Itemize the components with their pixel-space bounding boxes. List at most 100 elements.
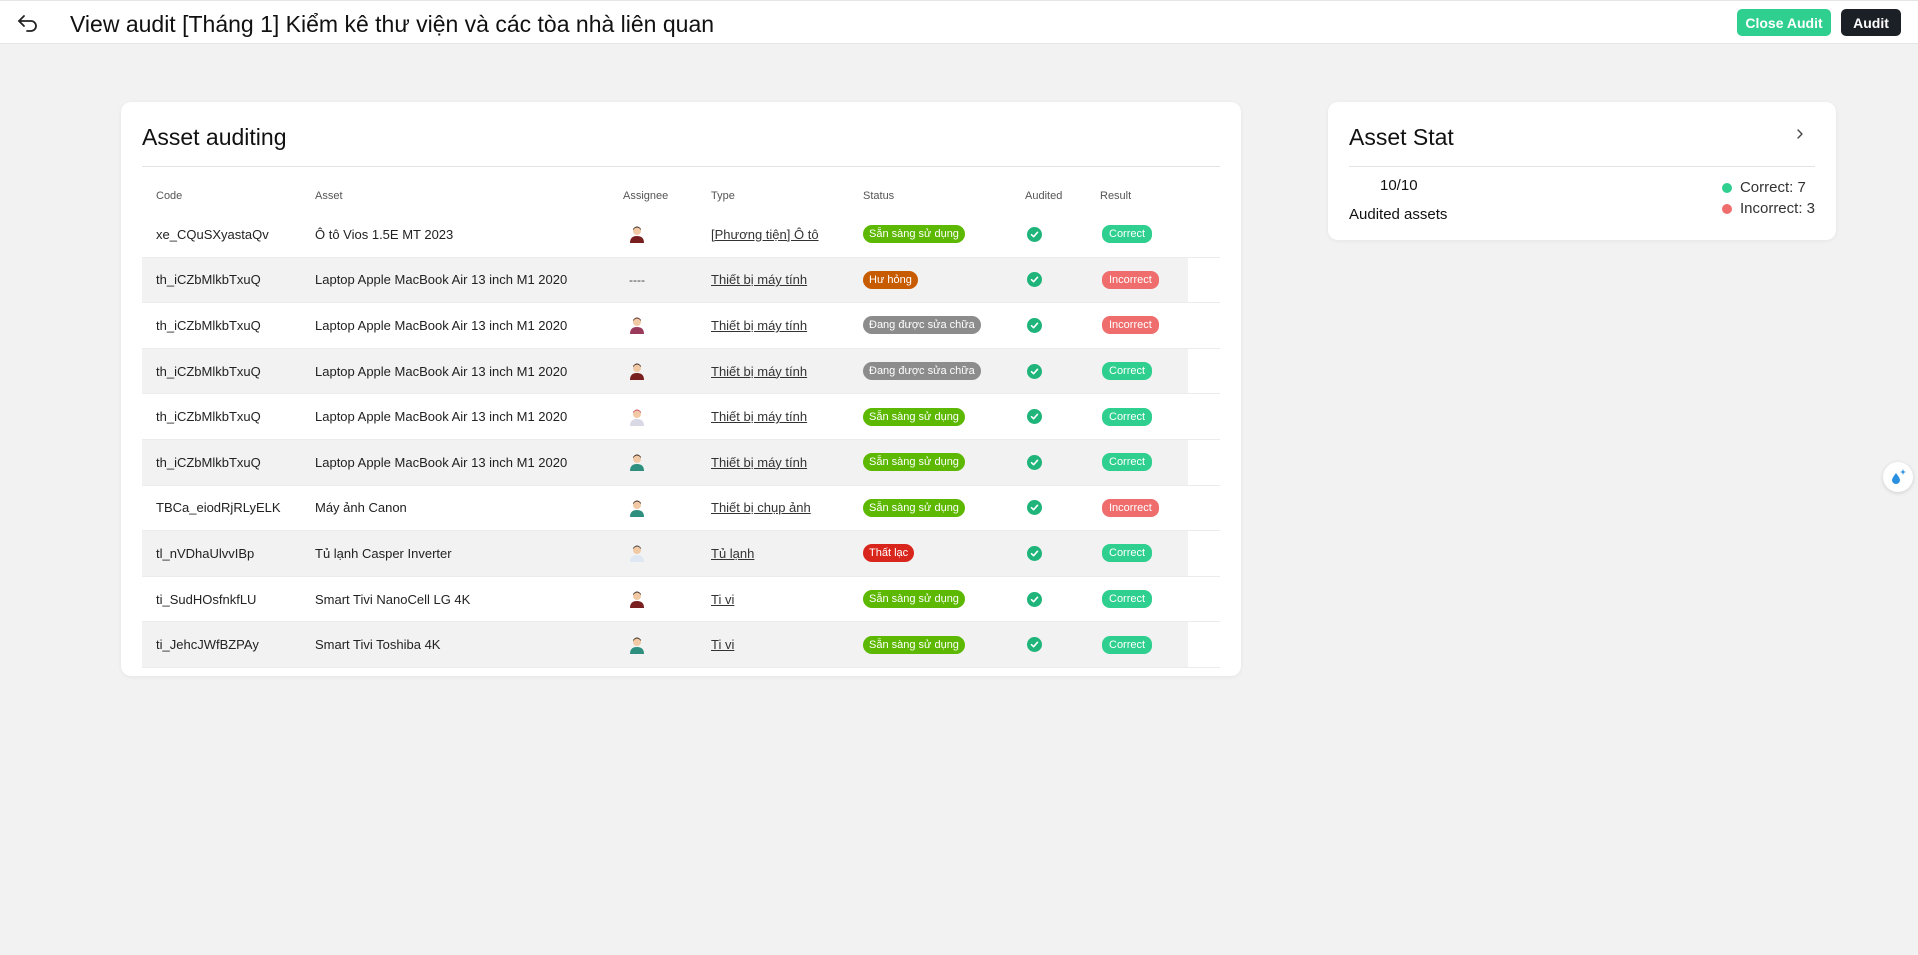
audited-cell	[1027, 577, 1042, 622]
asset-code: th_iCZbMlkbTxuQ	[156, 272, 261, 288]
status-cell: Đang được sửa chữa	[863, 303, 981, 348]
asset-name: Smart Tivi NanoCell LG 4K	[315, 591, 471, 607]
asset-name: Laptop Apple MacBook Air 13 inch M1 2020	[315, 317, 568, 333]
floating-assistant-button[interactable]	[1883, 462, 1913, 492]
status-cell: Sẵn sàng sử dụng	[863, 577, 965, 622]
asset-type-link[interactable]: Ti vi	[711, 622, 734, 667]
asset-type-link[interactable]: Thiết bị máy tính	[711, 440, 807, 485]
asset-name: Ô tô Vios 1.5E MT 2023	[315, 226, 454, 242]
audit-table: Code Asset Assignee Type Status Audited …	[142, 182, 1220, 668]
table-row[interactable]: ti_JehcJWfBZPAy Smart Tivi Toshiba 4K Ti v…	[142, 622, 1220, 668]
assignee	[629, 349, 645, 394]
status-badge: Sẵn sàng sử dụng	[863, 225, 965, 244]
check-circle-icon	[1027, 226, 1042, 242]
sparkle-drop-icon	[1892, 469, 1906, 484]
result-cell: Correct	[1102, 531, 1153, 576]
audited-cell	[1027, 440, 1042, 485]
table-header: Code Asset Assignee Type Status Audited …	[142, 182, 1220, 212]
table-row[interactable]: th_iCZbMlkbTxuQ Laptop Apple MacBook Air …	[142, 394, 1220, 440]
avatar-man-teal-icon	[630, 500, 644, 517]
back-arrow-icon	[18, 15, 37, 32]
asset-type-link[interactable]: Thiết bị máy tính	[711, 258, 807, 303]
status-cell: Hư hỏng	[863, 258, 918, 303]
close-audit-button[interactable]: Close Audit	[1737, 9, 1831, 36]
asset-name: Tủ lạnh Casper Inverter	[315, 545, 452, 561]
result-cell: Correct	[1102, 440, 1153, 485]
asset-code: th_iCZbMlkbTxuQ	[156, 317, 261, 333]
asset-code: th_iCZbMlkbTxuQ	[156, 454, 261, 470]
result-badge: Incorrect	[1102, 498, 1159, 517]
avatar-woman-icon	[630, 317, 644, 335]
assignee	[629, 531, 645, 576]
status-cell: Sẵn sàng sử dụng	[863, 486, 965, 531]
chevron-right-icon[interactable]	[1792, 126, 1808, 142]
asset-code: tl_nVDhaUlvvIBp	[156, 545, 255, 561]
audited-cell	[1027, 394, 1042, 439]
column-header-code: Code	[156, 190, 183, 202]
legend-correct: Correct: 7	[1721, 177, 1815, 198]
assignee	[629, 303, 645, 348]
assignee	[629, 440, 645, 485]
asset-type-link[interactable]: Thiết bị máy tính	[711, 303, 807, 348]
check-circle-icon	[1027, 545, 1042, 561]
status-cell: Sẵn sàng sử dụng	[863, 440, 965, 485]
asset-name: Laptop Apple MacBook Air 13 inch M1 2020	[315, 363, 568, 379]
status-badge: Đang được sửa chữa	[863, 316, 981, 335]
result-badge: Correct	[1102, 635, 1153, 654]
asset-type-link[interactable]: Tủ lạnh	[711, 531, 754, 576]
check-circle-icon	[1027, 317, 1042, 333]
asset-code: TBCa_eiodRjRLyELK	[156, 500, 281, 516]
audited-cell	[1027, 531, 1042, 576]
result-badge: Incorrect	[1102, 270, 1159, 289]
table-row[interactable]: TBCa_eiodRjRLyELK Máy ảnh Canon Thiết bị c…	[142, 486, 1220, 532]
avatar-man-teal-icon	[630, 637, 644, 654]
audited-cell	[1027, 349, 1042, 394]
table-body: xe_CQuSXyastaQv Ô tô Vios 1.5E MT 2023 [Ph…	[142, 212, 1220, 668]
asset-type-link[interactable]: Thiết bị máy tính	[711, 394, 807, 439]
asset-name: Smart Tivi Toshiba 4K	[315, 637, 441, 653]
table-row[interactable]: xe_CQuSXyastaQv Ô tô Vios 1.5E MT 2023 [Ph…	[142, 212, 1220, 258]
result-cell: Correct	[1102, 577, 1153, 622]
status-badge: Sẵn sàng sử dụng	[863, 498, 965, 517]
result-badge: Correct	[1102, 362, 1153, 381]
table-row[interactable]: th_iCZbMlkbTxuQ Laptop Apple MacBook Air …	[142, 348, 1220, 395]
result-badge: Correct	[1102, 590, 1153, 609]
audited-count: 10/10	[1380, 177, 1418, 194]
avatar-nurse-icon	[630, 409, 644, 426]
column-header-audited: Audited	[1025, 190, 1063, 202]
asset-code: ti_SudHOsfnkfLU	[156, 591, 257, 607]
asset-type-link[interactable]: [Phương tiện] Ô tô	[711, 212, 819, 257]
assignee	[629, 394, 645, 439]
result-cell: Correct	[1102, 212, 1153, 257]
audited-cell	[1027, 303, 1042, 348]
check-circle-icon	[1027, 637, 1042, 653]
table-row[interactable]: th_iCZbMlkbTxuQ Laptop Apple MacBook Air …	[142, 439, 1220, 486]
status-cell: Đang được sửa chữa	[863, 349, 981, 394]
correct-dot	[1721, 182, 1732, 193]
assignee	[629, 486, 645, 531]
result-badge: Incorrect	[1102, 316, 1159, 335]
asset-type-link[interactable]: Ti vi	[711, 577, 734, 622]
asset-name: Máy ảnh Canon	[315, 500, 407, 516]
asset-stat-title: Asset Stat	[1349, 124, 1454, 150]
table-row[interactable]: tl_nVDhaUlvvIBp Tủ lạnh Casper Inverter Tủ…	[142, 531, 1220, 577]
table-row[interactable]: th_iCZbMlkbTxuQ Laptop Apple MacBook Air …	[142, 257, 1220, 304]
table-row[interactable]: ti_SudHOsfnkfLU Smart Tivi NanoCell LG 4K…	[142, 577, 1220, 623]
audit-button[interactable]: Audit	[1841, 9, 1901, 36]
status-badge: Sẵn sàng sử dụng	[863, 453, 965, 472]
asset-stat-card: Asset Stat 10/10 Audited assets Correct:…	[1328, 102, 1836, 240]
result-badge: Correct	[1102, 453, 1153, 472]
result-cell: Correct	[1102, 622, 1153, 667]
audited-cell	[1027, 212, 1042, 257]
assignee-empty: ----	[629, 272, 645, 287]
column-header-result: Result	[1100, 190, 1132, 202]
asset-type-link[interactable]: Thiết bị máy tính	[711, 349, 807, 394]
status-cell: Thất lạc	[863, 531, 915, 576]
result-cell: Correct	[1102, 349, 1153, 394]
stat-legend: Correct: 7 Incorrect: 3	[1721, 177, 1815, 219]
asset-type-link[interactable]: Thiết bị chụp ảnh	[711, 486, 811, 531]
table-row[interactable]: th_iCZbMlkbTxuQ Laptop Apple MacBook Air …	[142, 303, 1220, 349]
avatar-man-dark-icon	[630, 226, 644, 244]
back-button[interactable]	[14, 10, 42, 36]
legend-incorrect: Incorrect: 3	[1721, 198, 1815, 219]
